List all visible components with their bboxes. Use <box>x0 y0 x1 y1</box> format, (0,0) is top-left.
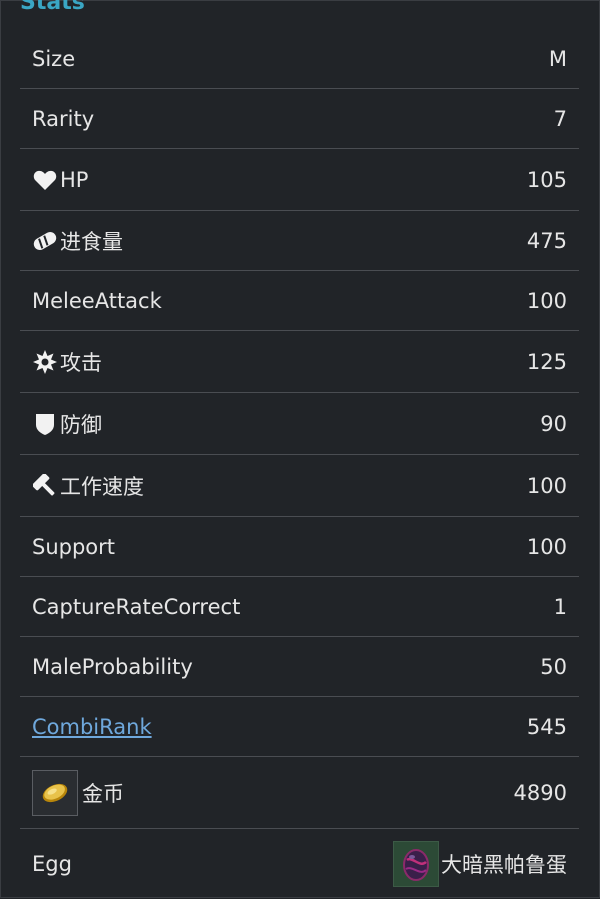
stat-value: 100 <box>526 288 567 313</box>
stat-label: MeleeAttack <box>32 288 162 313</box>
shield-icon <box>32 411 58 437</box>
stat-value: M <box>548 46 567 71</box>
stat-row-hp: HP 105 <box>20 149 579 211</box>
stat-row-rarity: Rarity 7 <box>20 89 579 149</box>
stat-label: CaptureRateCorrect <box>32 594 241 619</box>
stat-value: 大暗黑帕鲁蛋 <box>441 853 567 877</box>
stat-label: Support <box>32 534 116 559</box>
stat-label: 防御 <box>60 412 102 437</box>
burst-icon <box>32 349 58 375</box>
stat-row-size: Size M <box>20 29 579 89</box>
stat-label: 工作速度 <box>60 474 144 499</box>
stat-label-group: 工作速度 <box>32 471 144 501</box>
stat-label: 攻击 <box>60 350 102 375</box>
hammer-icon <box>32 473 58 499</box>
stat-value: 475 <box>526 228 567 253</box>
stat-value: 1 <box>553 594 567 619</box>
stat-label-group: 进食量 <box>32 226 123 256</box>
egg-value-group: 大暗黑帕鲁蛋 <box>393 841 567 887</box>
stat-value: 7 <box>553 106 567 131</box>
stat-row-male-probability: MaleProbability 50 <box>20 637 579 697</box>
stat-row-defense: 防御 90 <box>20 393 579 455</box>
stat-row-food: 进食量 475 <box>20 211 579 271</box>
stat-label-group: 防御 <box>32 409 102 439</box>
stat-label: Size <box>32 46 76 71</box>
stat-value: 545 <box>526 714 567 739</box>
stat-row-attack: 攻击 125 <box>20 331 579 393</box>
stat-label: Rarity <box>32 106 95 131</box>
stat-value: 50 <box>540 654 567 679</box>
stat-label-group: HP <box>32 167 88 193</box>
stat-label: 进食量 <box>60 229 123 254</box>
combi-rank-link[interactable]: CombiRank <box>32 715 152 739</box>
stat-value: 100 <box>526 473 567 498</box>
section-title: Stats <box>20 0 85 15</box>
stat-label: Egg <box>32 852 72 876</box>
gold-coin-icon <box>32 769 78 816</box>
dark-egg-icon <box>393 841 439 887</box>
stat-row-egg: Egg 大暗黑帕鲁蛋 <box>20 829 579 899</box>
stat-label: MaleProbability <box>32 654 193 679</box>
stat-row-gold: 金币 4890 <box>20 757 579 829</box>
stat-value: 4890 <box>513 780 567 805</box>
stat-row-melee-attack: MeleeAttack 100 <box>20 271 579 331</box>
stat-value: 100 <box>526 534 567 559</box>
stat-row-combi-rank: CombiRank 545 <box>20 697 579 757</box>
stat-label: HP <box>60 167 89 192</box>
stat-value: 125 <box>526 349 567 374</box>
stat-label: 金币 <box>82 781 124 806</box>
stat-value: 105 <box>526 167 567 192</box>
heart-icon <box>32 167 58 193</box>
stat-label-group: 金币 <box>32 769 124 816</box>
stat-row-capture-rate: CaptureRateCorrect 1 <box>20 577 579 637</box>
bread-icon <box>32 228 58 254</box>
stat-row-support: Support 100 <box>20 517 579 577</box>
stat-value: 90 <box>540 411 567 436</box>
stats-table: Size M Rarity 7 HP 105 进食量 475 MeleeAtta… <box>20 29 579 899</box>
stat-row-work-speed: 工作速度 100 <box>20 455 579 517</box>
stat-label-group: 攻击 <box>32 347 102 377</box>
